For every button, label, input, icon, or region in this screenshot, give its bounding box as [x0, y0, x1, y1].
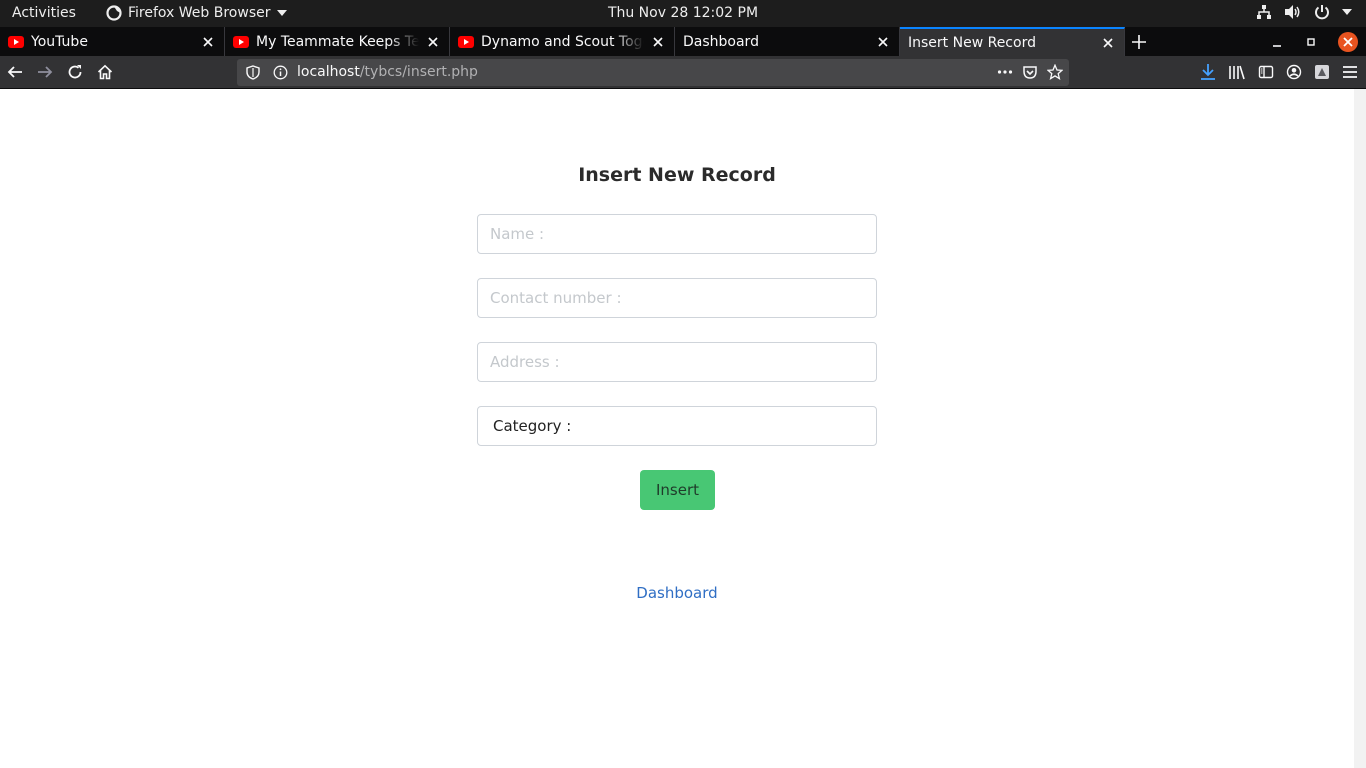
library-icon[interactable]: [1228, 64, 1246, 80]
arrow-right-icon: [38, 66, 53, 78]
system-tray[interactable]: [1256, 4, 1352, 20]
minimize-icon: [1273, 45, 1281, 47]
tab-fade: [389, 27, 419, 56]
url-text[interactable]: localhost/tybcs/insert.php: [297, 64, 478, 80]
power-icon: [1315, 5, 1329, 20]
close-icon[interactable]: [1098, 33, 1118, 53]
close-window-button[interactable]: [1338, 32, 1358, 52]
download-icon[interactable]: [1200, 63, 1216, 81]
new-tab-button[interactable]: [1128, 31, 1150, 53]
tab-strip: YouTube My Teammate Keeps Tell Dynamo an…: [0, 27, 1366, 56]
page-content: Insert New Record Category : Insert Dash…: [0, 89, 1354, 768]
caret-down-icon: [1342, 9, 1352, 15]
url-host: localhost: [297, 64, 360, 80]
arrow-left-icon: [7, 66, 22, 78]
close-icon[interactable]: [423, 32, 443, 52]
info-icon[interactable]: [273, 65, 288, 80]
url-path: /tybcs/insert.php: [359, 64, 478, 80]
tracking-shield-icon[interactable]: [246, 65, 260, 80]
tab-label: YouTube: [31, 33, 88, 50]
bookmark-star-icon[interactable]: [1047, 64, 1063, 80]
tab-fade: [614, 27, 644, 56]
tab-dashboard[interactable]: Dashboard: [675, 27, 900, 56]
home-button[interactable]: [95, 62, 115, 82]
hamburger-menu-icon[interactable]: [1342, 65, 1358, 79]
navigation-toolbar: localhost/tybcs/insert.php: [0, 56, 1366, 89]
address-input[interactable]: [477, 342, 877, 382]
extension-icon[interactable]: [1314, 64, 1330, 80]
reload-button[interactable]: [65, 62, 85, 82]
page-scrollbar[interactable]: [1354, 89, 1366, 768]
tab-insert-new-record[interactable]: Insert New Record: [900, 27, 1125, 56]
account-icon[interactable]: [1286, 64, 1302, 80]
tab-dynamo-video[interactable]: Dynamo and Scout Toget: [450, 27, 675, 56]
page-title: Insert New Record: [578, 164, 776, 186]
toolbar-buttons: [1200, 63, 1358, 81]
category-select[interactable]: Category :: [477, 406, 877, 446]
youtube-icon: [8, 35, 24, 48]
name-input[interactable]: [477, 214, 877, 254]
maximize-window-button[interactable]: [1306, 34, 1316, 53]
contact-number-input[interactable]: [477, 278, 877, 318]
sidebar-icon[interactable]: [1258, 64, 1274, 80]
system-top-bar: Activities Firefox Web Browser Thu Nov 2…: [0, 0, 1366, 27]
close-icon[interactable]: [873, 32, 893, 52]
volume-icon: [1285, 5, 1300, 19]
plus-icon: [1132, 35, 1146, 49]
close-icon[interactable]: [648, 32, 668, 52]
tab-label: Insert New Record: [908, 34, 1036, 51]
back-button[interactable]: [5, 62, 25, 82]
home-icon: [97, 64, 113, 80]
category-select-label: Category :: [493, 417, 572, 435]
tab-youtube[interactable]: YouTube: [0, 27, 225, 56]
insert-button[interactable]: Insert: [640, 470, 715, 510]
reload-icon: [68, 65, 82, 79]
restore-icon: [1307, 38, 1315, 46]
youtube-icon: [458, 35, 474, 48]
more-actions-icon[interactable]: [997, 64, 1013, 80]
network-icon: [1257, 5, 1271, 19]
close-icon[interactable]: [198, 32, 218, 52]
tab-label: Dashboard: [683, 33, 759, 50]
tab-teammate-video[interactable]: My Teammate Keeps Tell: [225, 27, 450, 56]
youtube-icon: [233, 35, 249, 48]
forward-button[interactable]: [35, 62, 55, 82]
pocket-icon[interactable]: [1022, 64, 1038, 80]
page-actions: [997, 64, 1063, 80]
url-bar[interactable]: localhost/tybcs/insert.php: [237, 59, 1069, 86]
clock[interactable]: Thu Nov 28 12:02 PM: [0, 5, 1366, 21]
close-icon: [1343, 37, 1353, 47]
dashboard-link[interactable]: Dashboard: [0, 584, 1354, 602]
minimize-window-button[interactable]: [1272, 34, 1282, 53]
